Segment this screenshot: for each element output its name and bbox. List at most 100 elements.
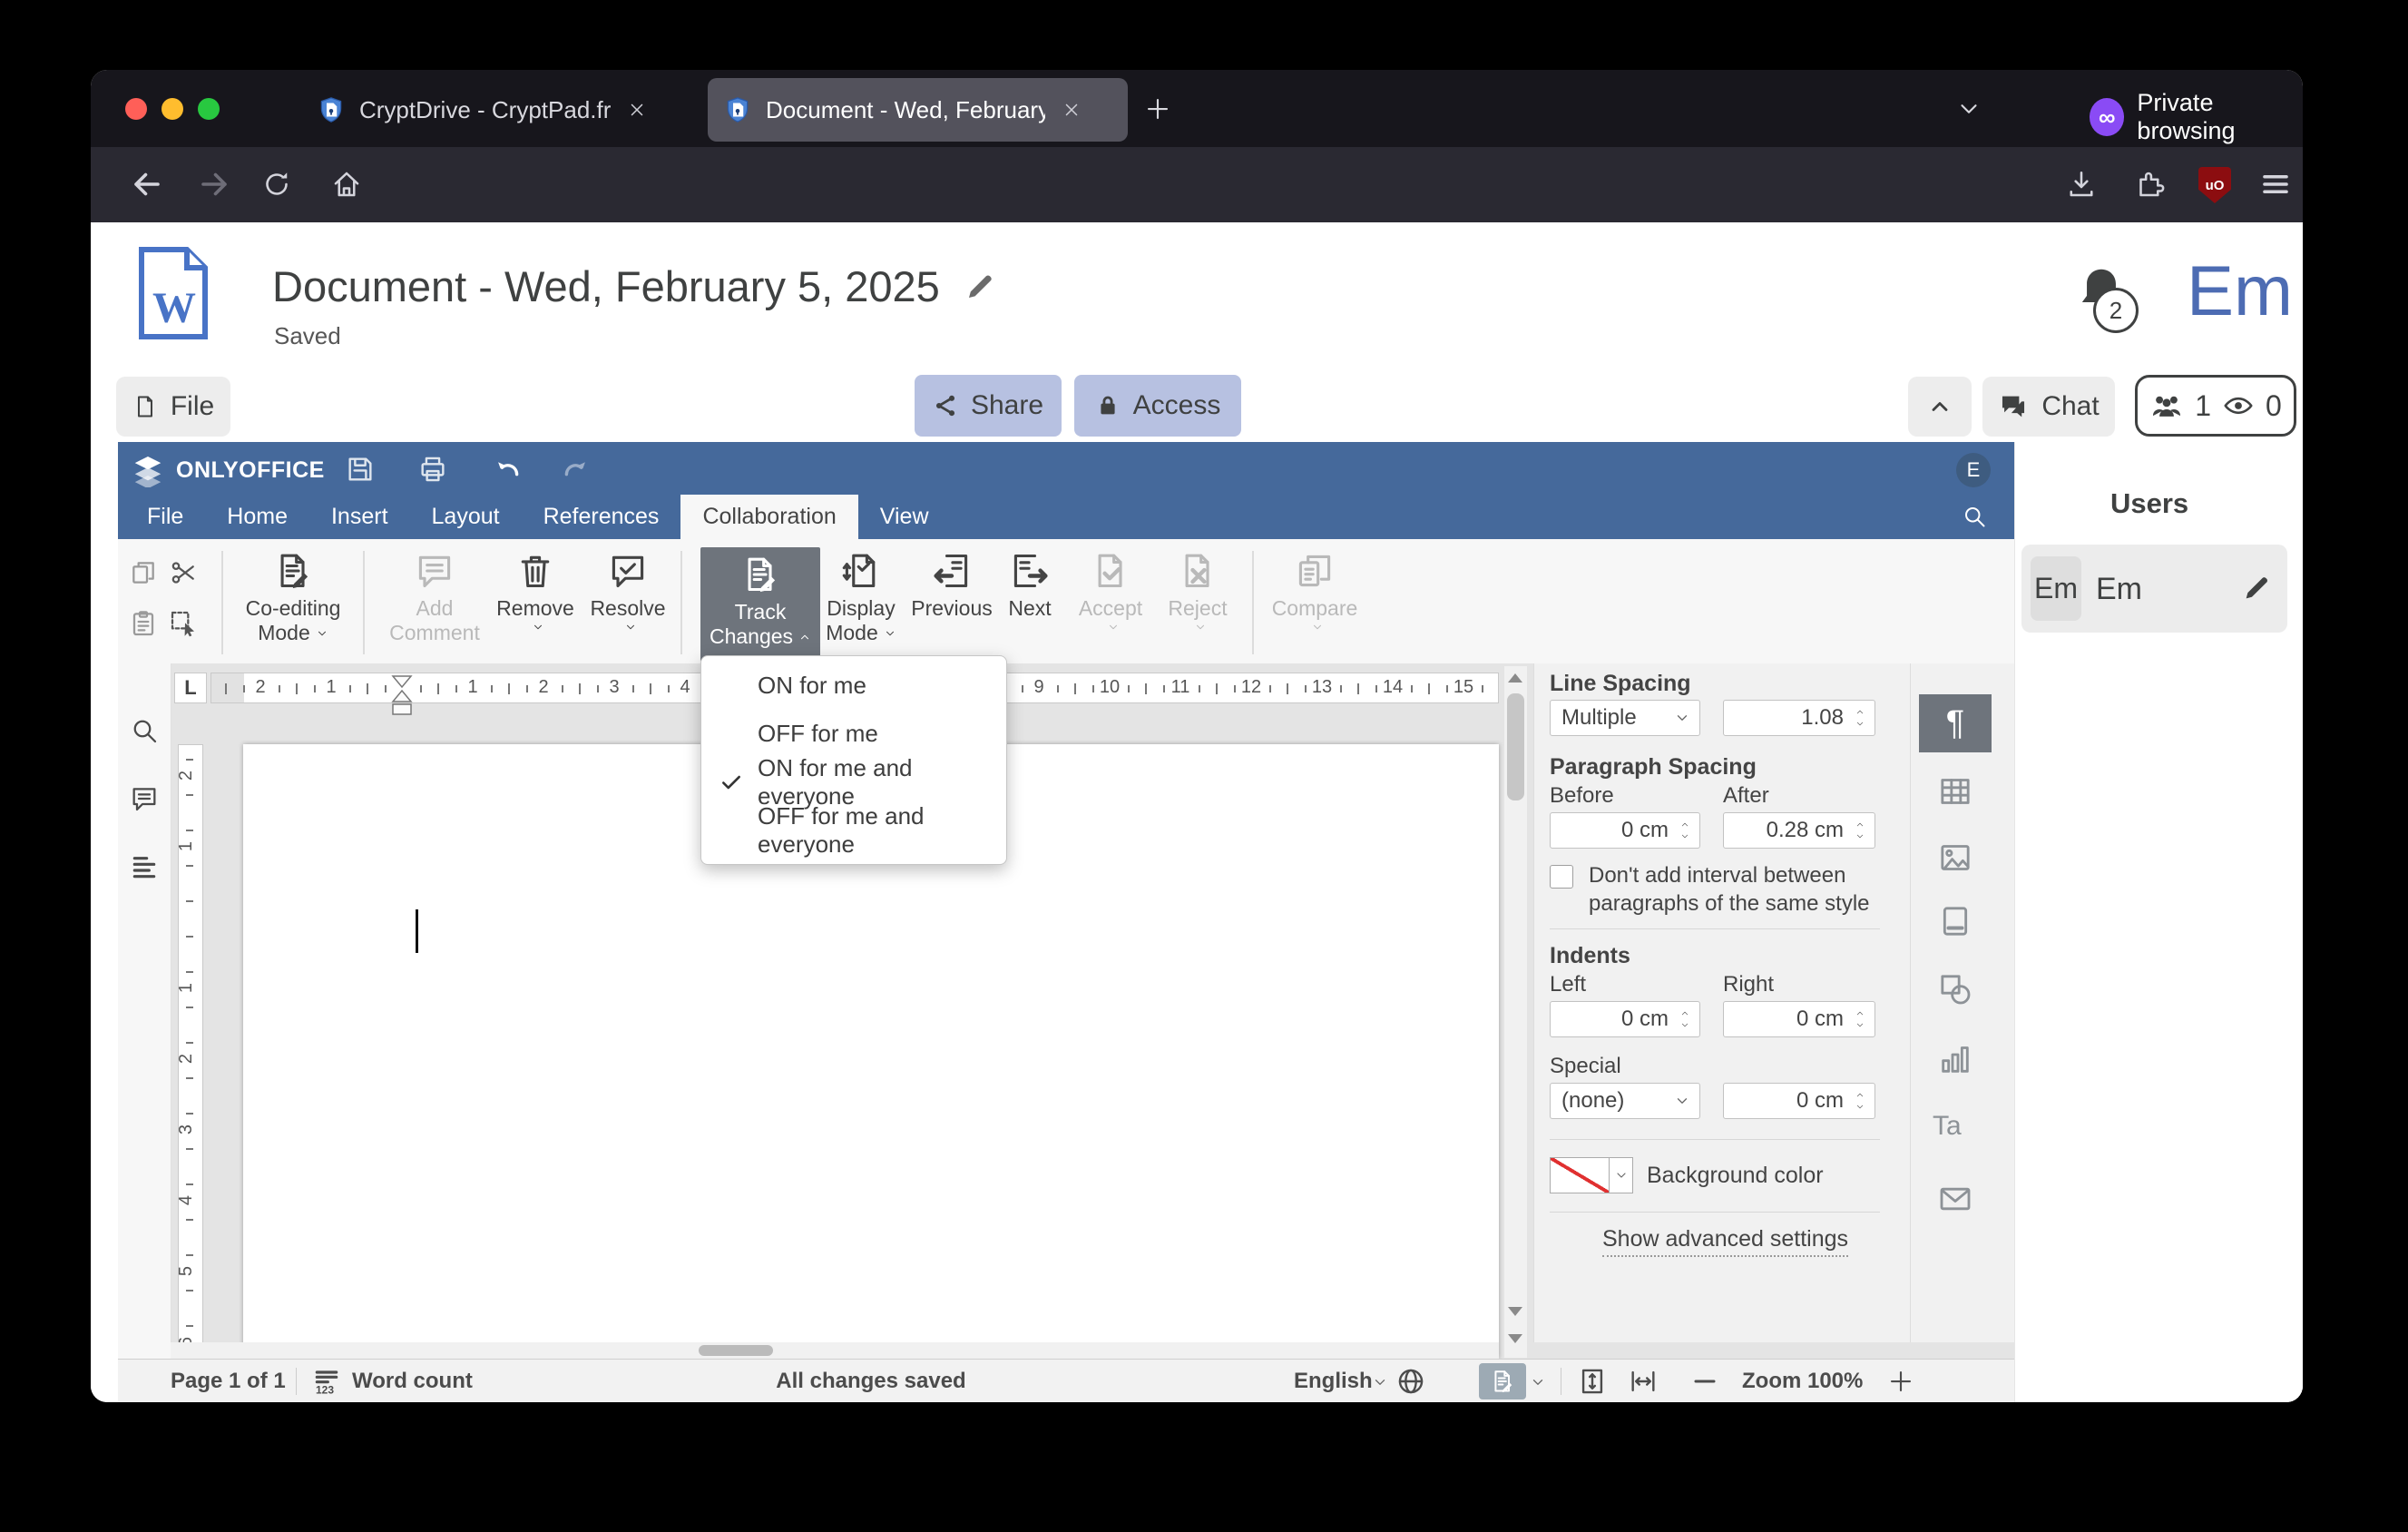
- ublock-origin-icon[interactable]: uO: [2198, 167, 2231, 203]
- line-spacing-amount[interactable]: 1.08: [1723, 700, 1875, 736]
- menu-item-off-for-everyone[interactable]: OFF for me and everyone: [701, 802, 1006, 858]
- spinner-arrows[interactable]: [1853, 1090, 1867, 1112]
- no-interval-checkbox[interactable]: [1550, 865, 1573, 889]
- add-comment-button[interactable]: Add Comment: [376, 547, 494, 645]
- paragraph-settings-tab[interactable]: ¶: [1919, 694, 1992, 752]
- downloads-button[interactable]: [2065, 168, 2098, 201]
- close-tab-icon[interactable]: [627, 100, 647, 120]
- image-settings-tab[interactable]: [1937, 840, 1973, 876]
- fit-width-icon[interactable]: [1628, 1366, 1659, 1397]
- header-footer-settings-tab[interactable]: [1937, 903, 1973, 939]
- vertical-scrollbar[interactable]: [1503, 665, 1528, 1359]
- horizontal-scroll-thumb[interactable]: [699, 1345, 773, 1356]
- user-list-item[interactable]: Em Em: [2021, 545, 2287, 633]
- menu-item-off-for-me[interactable]: OFF for me: [701, 710, 1006, 758]
- collaborator-badge[interactable]: E: [1956, 453, 1991, 487]
- shape-settings-tab[interactable]: [1937, 971, 1973, 1007]
- v-ruler[interactable]: 21123456: [176, 744, 203, 1352]
- remove-comment-button[interactable]: Remove: [494, 547, 577, 633]
- menu-tab-home[interactable]: Home: [205, 495, 309, 539]
- menu-tab-collaboration[interactable]: Collaboration: [680, 495, 858, 539]
- copy-icon[interactable]: [129, 558, 158, 587]
- macos-minimize-button[interactable]: [162, 98, 183, 120]
- spinner-arrows[interactable]: [1853, 707, 1867, 729]
- zoom-in-button[interactable]: [1887, 1368, 1914, 1395]
- edit-name-pencil-icon[interactable]: [2241, 573, 2272, 604]
- search-icon[interactable]: [1962, 504, 1987, 529]
- show-advanced-settings-link[interactable]: Show advanced settings: [1602, 1226, 1849, 1257]
- comments-icon[interactable]: [130, 784, 159, 813]
- fit-page-icon[interactable]: [1577, 1366, 1608, 1397]
- track-changes-button[interactable]: Track Changes: [700, 547, 820, 662]
- zoom-out-button[interactable]: [1691, 1368, 1718, 1395]
- collapse-toolbar-button[interactable]: [1908, 377, 1972, 437]
- undo-button[interactable]: [492, 454, 523, 485]
- menu-tab-references[interactable]: References: [522, 495, 681, 539]
- special-amount-input[interactable]: 0 cm: [1723, 1083, 1875, 1119]
- word-count-button[interactable]: Word count: [352, 1369, 473, 1394]
- tab-cryptdrive[interactable]: CryptDrive - CryptPad.fr: [299, 78, 717, 142]
- table-settings-tab[interactable]: [1937, 773, 1973, 810]
- paste-icon[interactable]: [129, 609, 158, 638]
- next-change-button[interactable]: Next: [1002, 547, 1058, 621]
- find-icon[interactable]: [130, 716, 159, 745]
- tab-document-active[interactable]: Document - Wed, February 5, 2: [708, 78, 1128, 142]
- reject-change-button[interactable]: Reject: [1154, 547, 1241, 633]
- list-tabs-chevron-icon[interactable]: [1955, 95, 1982, 123]
- spinner-arrows[interactable]: [1678, 1008, 1692, 1030]
- menu-tab-view[interactable]: View: [858, 495, 951, 539]
- page-indicator[interactable]: Page 1 of 1: [171, 1369, 286, 1394]
- compare-button[interactable]: Compare: [1265, 547, 1365, 633]
- text-art-settings-tab[interactable]: Ta: [1933, 1111, 1962, 1142]
- macos-zoom-button[interactable]: [198, 98, 220, 120]
- horizontal-scrollbar[interactable]: [171, 1342, 1499, 1359]
- menu-item-on-for-everyone[interactable]: ON for me and everyone: [701, 754, 1006, 810]
- indent-left-input[interactable]: 0 cm: [1550, 1001, 1700, 1037]
- mail-merge-tab[interactable]: [1937, 1181, 1973, 1217]
- display-mode-button[interactable]: Display Mode: [820, 547, 902, 645]
- navigation-headings-icon[interactable]: [130, 852, 159, 881]
- resolve-button[interactable]: Resolve: [586, 547, 670, 633]
- background-color-swatch[interactable]: [1550, 1157, 1610, 1193]
- indent-right-input[interactable]: 0 cm: [1723, 1001, 1875, 1037]
- new-tab-button[interactable]: [1144, 95, 1171, 123]
- spinner-arrows[interactable]: [1853, 1008, 1867, 1030]
- close-tab-icon[interactable]: [1062, 100, 1082, 120]
- menu-tab-insert[interactable]: Insert: [309, 495, 410, 539]
- redo-button[interactable]: [561, 454, 592, 485]
- scroll-down-arrow[interactable]: [1508, 1307, 1522, 1316]
- menu-hamburger-button[interactable]: [2259, 168, 2292, 201]
- spacing-after-input[interactable]: 0.28 cm: [1723, 812, 1875, 849]
- chart-settings-tab[interactable]: [1937, 1041, 1973, 1077]
- spellcheck-globe-icon[interactable]: [1395, 1366, 1426, 1397]
- macos-close-button[interactable]: [125, 98, 147, 120]
- line-spacing-select[interactable]: Multiple: [1550, 700, 1700, 736]
- back-button[interactable]: [131, 168, 163, 201]
- menu-tab-layout[interactable]: Layout: [410, 495, 522, 539]
- previous-change-button[interactable]: Previous: [902, 547, 1002, 621]
- select-all-icon[interactable]: [169, 609, 198, 638]
- menu-tab-file[interactable]: File: [125, 495, 205, 539]
- coediting-mode-button[interactable]: Co-editing Mode: [234, 547, 352, 645]
- scroll-up-arrow[interactable]: [1508, 673, 1522, 683]
- home-button[interactable]: [330, 168, 363, 201]
- zoom-level[interactable]: Zoom 100%: [1742, 1369, 1863, 1394]
- special-select[interactable]: (none): [1550, 1083, 1700, 1119]
- accept-change-button[interactable]: Accept: [1067, 547, 1154, 633]
- tab-stop-selector[interactable]: L: [174, 673, 207, 703]
- menu-item-on-for-me[interactable]: ON for me: [701, 662, 1006, 710]
- spinner-arrows[interactable]: [1678, 820, 1692, 841]
- print-button[interactable]: [417, 454, 448, 485]
- indent-marker[interactable]: [390, 674, 414, 725]
- vertical-scroll-thumb[interactable]: [1507, 693, 1524, 800]
- access-button[interactable]: Access: [1074, 375, 1241, 437]
- chevron-down-icon[interactable]: [1530, 1374, 1546, 1390]
- rename-pencil-icon[interactable]: [964, 270, 996, 303]
- spacing-before-input[interactable]: 0 cm: [1550, 812, 1700, 849]
- share-button[interactable]: Share: [915, 375, 1062, 437]
- chat-button[interactable]: Chat: [1982, 377, 2115, 437]
- spinner-arrows[interactable]: [1853, 820, 1867, 841]
- reload-button[interactable]: [260, 168, 293, 201]
- chevron-down-icon[interactable]: [1372, 1374, 1388, 1390]
- save-button[interactable]: [345, 454, 376, 485]
